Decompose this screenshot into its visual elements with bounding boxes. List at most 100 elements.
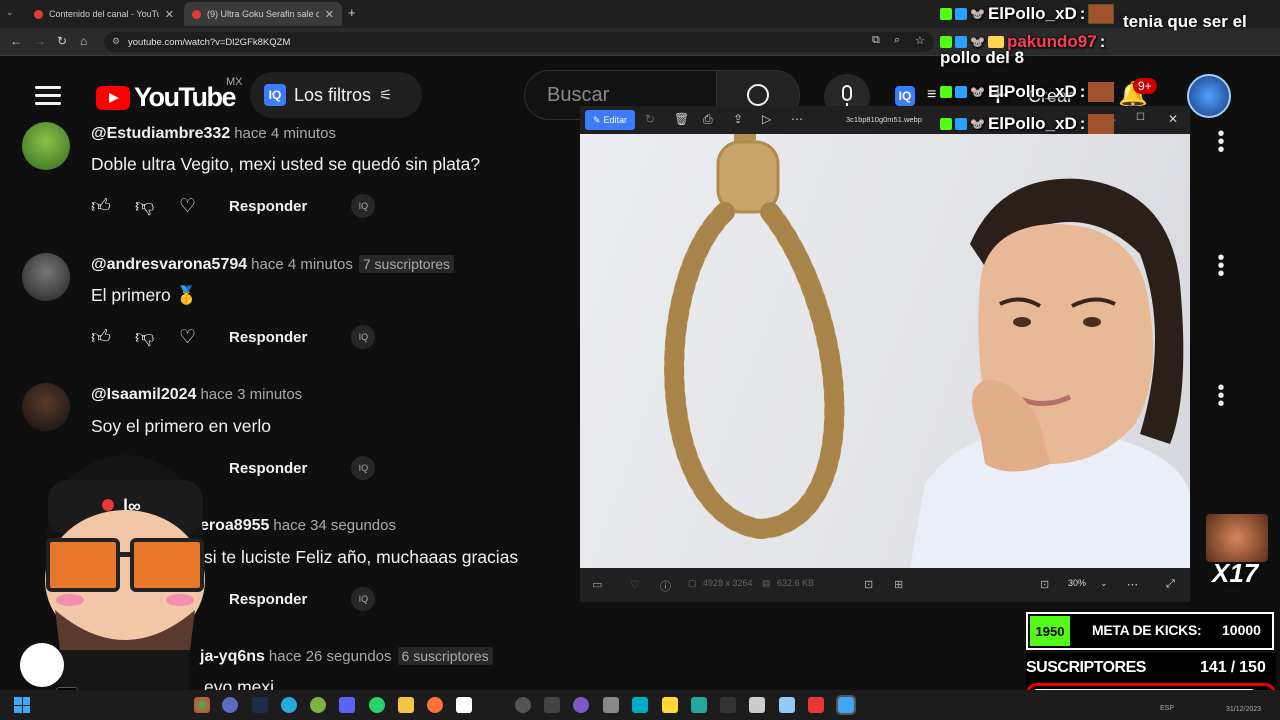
reply-button[interactable]: Responder <box>229 591 307 608</box>
install-icon[interactable]: ⧉ <box>872 34 880 47</box>
avatar[interactable] <box>22 253 70 301</box>
discord-icon[interactable] <box>339 697 355 713</box>
iq-comment-icon[interactable]: IQ <box>351 325 376 349</box>
fit-view-icon[interactable]: ⊡ <box>864 578 873 591</box>
account-avatar[interactable] <box>1187 74 1231 118</box>
iq-comment-icon[interactable]: IQ <box>351 456 376 480</box>
close-window-icon[interactable]: ✕ <box>1168 112 1178 126</box>
site-info-icon[interactable]: ⚙ <box>112 36 120 47</box>
iq-toolbar-icon[interactable]: IQ <box>895 86 915 106</box>
comment-author[interactable]: @Isaamil2024 <box>91 386 196 403</box>
kicks-goal-widget: 1950 META DE KICKS: 10000 <box>1026 612 1274 650</box>
forward-icon[interactable]: → <box>34 34 46 48</box>
zoom-dropdown-icon[interactable]: ⌄ <box>1100 578 1108 589</box>
comment-author[interactable]: @andresvarona5794 <box>91 256 247 273</box>
more-options-icon[interactable]: ⋯ <box>791 112 803 126</box>
notification-badge: 9+ <box>1133 78 1157 94</box>
app-icon[interactable] <box>573 697 589 713</box>
filters-button[interactable]: IQ Los filtros ⚟ <box>250 72 422 118</box>
filters-label: Los filtros <box>294 84 372 105</box>
actual-size-icon[interactable]: ⊞ <box>894 578 903 591</box>
comment-header: @Estudiambre332 hace 4 minutos <box>91 125 336 143</box>
clock-date[interactable]: 31/12/2023 <box>1226 706 1261 713</box>
close-tab-icon[interactable]: ✕ <box>165 8 174 21</box>
comment-time[interactable]: hace 4 minutos <box>251 256 353 273</box>
back-icon[interactable]: ← <box>10 34 22 48</box>
url-field[interactable]: ⚙ youtube.com/watch?v=Dl2GFk8KQZM <box>104 32 934 52</box>
slideshow-icon[interactable]: ▷ <box>762 112 771 126</box>
app-icon[interactable] <box>779 697 795 713</box>
share-icon[interactable]: ⇪ <box>733 112 743 126</box>
app-icon[interactable] <box>515 697 531 713</box>
maximize-icon[interactable]: ☐ <box>1136 112 1145 123</box>
fullscreen-icon[interactable]: ⤢ <box>1166 578 1175 591</box>
heart-icon[interactable]: ♡ <box>179 326 223 349</box>
start-windows-icon[interactable] <box>14 697 30 713</box>
iq-comment-icon[interactable]: IQ <box>351 194 376 218</box>
delete-icon[interactable]: 🗑︎ <box>674 112 689 126</box>
filmstrip-icon[interactable]: ▭ <box>592 578 602 591</box>
app-icon[interactable] <box>603 697 619 713</box>
app-icon[interactable] <box>749 697 765 713</box>
like-icon[interactable]: 👍︎ <box>91 195 135 218</box>
whatsapp-icon[interactable] <box>369 697 385 713</box>
zoom-icon[interactable]: ⌕ <box>894 34 900 47</box>
chat-text: tenia que ser el pollo del 8 <box>940 12 1247 67</box>
tab-active-video[interactable]: (9) Ultra Goku Serafin sale de la ✕ <box>184 2 342 26</box>
obs-icon[interactable] <box>456 697 472 713</box>
tab-channel-content[interactable]: Contenido del canal - YouTube ✕ <box>26 2 182 26</box>
edit-button[interactable]: ✎ Editar <box>585 110 635 130</box>
app-icon[interactable] <box>691 697 707 713</box>
comment-more-icon[interactable]: • • • <box>1216 124 1226 160</box>
comment-time[interactable]: hace 3 minutos <box>200 386 302 403</box>
comment-author[interactable]: @Estudiambre332 <box>91 125 230 142</box>
zoom-fit-icon[interactable]: ⊡ <box>1040 578 1049 591</box>
app-icon[interactable] <box>632 697 648 713</box>
reply-button[interactable]: Responder <box>229 198 307 215</box>
bookmark-star-icon[interactable]: ☆ <box>915 34 925 47</box>
youtube-logo[interactable]: YouTube <box>96 82 236 113</box>
like-icon[interactable]: 👍︎ <box>91 326 135 349</box>
menu-lines-icon[interactable]: ≡ <box>927 86 936 104</box>
file-info-icon[interactable]: ⓘ <box>660 578 671 594</box>
print-icon[interactable]: ⎙ <box>703 112 713 127</box>
dislike-icon[interactable]: 👎︎ <box>135 195 179 218</box>
reply-button[interactable]: Responder <box>229 460 307 477</box>
firefox-icon[interactable] <box>427 697 443 713</box>
close-tab-icon[interactable]: ✕ <box>325 8 334 21</box>
photoshop-icon[interactable] <box>252 697 268 713</box>
displayed-image <box>580 134 1190 568</box>
new-tab-icon[interactable]: + <box>348 5 356 20</box>
viewer-more-icon[interactable]: ⋯ <box>1127 578 1138 591</box>
favorite-heart-icon[interactable]: ♡ <box>630 578 640 591</box>
home-icon[interactable]: ⌂ <box>80 34 87 48</box>
avatar[interactable] <box>22 122 70 170</box>
file-explorer-icon[interactable] <box>398 697 414 713</box>
comment-time[interactable]: hace 26 segundos <box>269 648 392 665</box>
iq-comment-icon[interactable]: IQ <box>351 587 376 611</box>
zoom-level[interactable]: 30% <box>1068 578 1086 588</box>
tab-list-icon[interactable]: ⌄ <box>6 7 14 18</box>
image-dimensions-icon: ▢ <box>688 578 697 588</box>
settings-gear-icon[interactable] <box>544 697 560 713</box>
vivaldi-icon[interactable] <box>222 697 238 713</box>
app-icon[interactable] <box>808 697 824 713</box>
comment-more-icon[interactable]: • • • <box>1216 378 1226 414</box>
comment-more-icon[interactable]: • • • <box>1216 248 1226 284</box>
sticky-notes-icon[interactable] <box>662 697 678 713</box>
app-icon[interactable] <box>720 697 736 713</box>
reply-button[interactable]: Responder <box>229 329 307 346</box>
comment-time[interactable]: hace 4 minutos <box>234 125 336 142</box>
photos-icon[interactable] <box>836 695 856 715</box>
comment-time[interactable]: hace 34 segundos <box>273 517 396 534</box>
dislike-icon[interactable]: 👎︎ <box>135 326 179 349</box>
avatar[interactable] <box>22 383 70 431</box>
rotate-icon[interactable]: ↻ <box>645 112 655 126</box>
chrome-icon[interactable] <box>194 697 210 713</box>
language-indicator[interactable]: ESP <box>1160 705 1174 712</box>
comment-text: Doble ultra Vegito, mexi usted se quedó … <box>91 154 481 174</box>
heart-icon[interactable]: ♡ <box>179 195 223 218</box>
reload-icon[interactable]: ↻ <box>57 34 67 48</box>
app-green-icon[interactable] <box>310 697 326 713</box>
telegram-icon[interactable] <box>281 697 297 713</box>
